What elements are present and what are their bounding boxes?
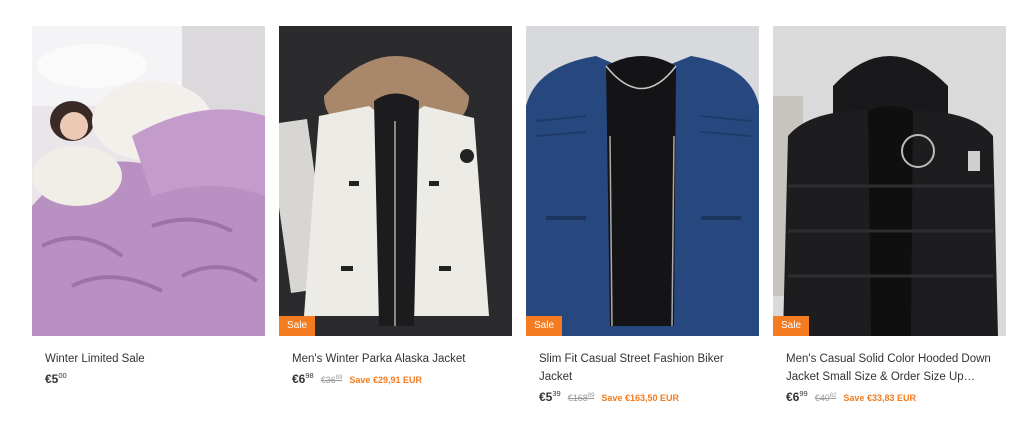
price-row: €539 €16889 Save €163,50 EUR (539, 389, 759, 404)
sale-badge: Sale (773, 316, 810, 336)
current-price: €698 (292, 371, 314, 386)
original-price: €4082 (814, 393, 837, 403)
product-image[interactable] (32, 26, 265, 336)
current-price: €500 (45, 371, 67, 386)
original-price: €3689 (320, 375, 343, 385)
current-price: €699 (786, 389, 808, 404)
price-row: €699 €4082 Save €33,83 EUR (786, 389, 1006, 404)
product-image[interactable]: Sale (526, 26, 759, 336)
product-card[interactable]: Sale Men's Winter Parka Alaska Jacket €6… (279, 26, 512, 386)
product-title[interactable]: Men's Casual Solid Color Hooded Down Jac… (786, 350, 996, 386)
sale-badge: Sale (526, 316, 563, 336)
product-card[interactable]: Sale Slim Fit Casual Street Fashion Bike… (526, 26, 759, 404)
product-card[interactable]: Winter Limited Sale €500 (32, 26, 265, 386)
current-price: €539 (539, 389, 561, 404)
price-row: €698 €3689 Save €29,91 EUR (292, 371, 512, 386)
product-title[interactable]: Winter Limited Sale (45, 350, 255, 368)
product-title[interactable]: Slim Fit Casual Street Fashion Biker Jac… (539, 350, 749, 386)
product-grid: Winter Limited Sale €500 Sale Men's Wint… (0, 0, 1024, 432)
savings-label: Save €33,83 EUR (843, 393, 916, 403)
sale-badge: Sale (279, 316, 316, 336)
product-image[interactable]: Sale (279, 26, 512, 336)
original-price: €16889 (567, 393, 595, 403)
savings-label: Save €163,50 EUR (601, 393, 679, 403)
product-card[interactable]: Sale Men's Casual Solid Color Hooded Dow… (773, 26, 1006, 404)
price-row: €500 (45, 371, 265, 386)
savings-label: Save €29,91 EUR (349, 375, 422, 385)
product-image[interactable]: Sale (773, 26, 1006, 336)
product-title[interactable]: Men's Winter Parka Alaska Jacket (292, 350, 502, 368)
